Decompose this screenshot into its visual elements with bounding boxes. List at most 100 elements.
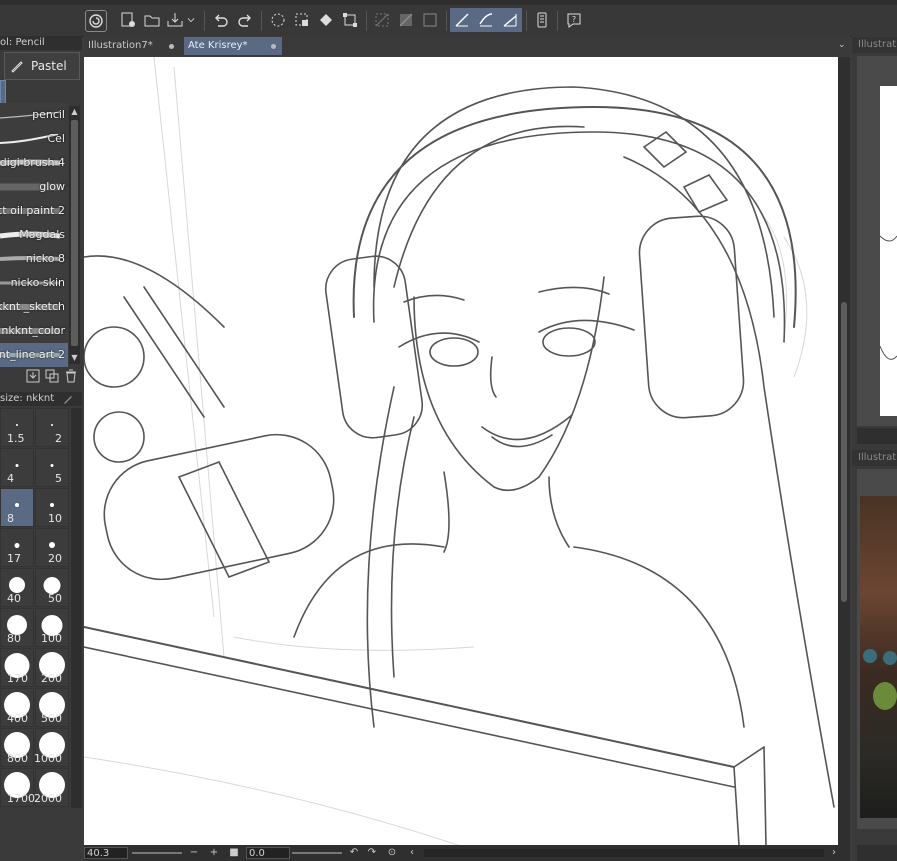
brush-size-4[interactable]: 4: [0, 448, 34, 487]
navigator-preview[interactable]: [879, 86, 897, 416]
brush-item-nicko-skin[interactable]: nicko skin: [0, 271, 68, 296]
brush-item-magdas[interactable]: Magda's: [0, 223, 68, 248]
brush-item-digi-brush-4[interactable]: digi brush 4: [0, 151, 68, 176]
brush-list-scrollbar[interactable]: ▲ ▼: [69, 106, 80, 364]
brush-item-nkknt-color[interactable]: nkknt_color: [0, 319, 68, 344]
brush-item-pencil[interactable]: pencil: [0, 103, 68, 128]
close-icon[interactable]: [271, 44, 276, 49]
zoom-out-icon[interactable]: −: [188, 846, 200, 860]
brush-size-1700[interactable]: 1700: [0, 768, 35, 807]
border-icon[interactable]: [418, 8, 442, 32]
brush-size-value: 1700: [7, 792, 35, 805]
rotate-right-icon[interactable]: ↷: [366, 846, 378, 860]
brush-tip-icon: [49, 542, 55, 548]
navigator-zoom-bar[interactable]: [857, 428, 897, 444]
rotate-left-icon[interactable]: ↶: [348, 846, 360, 860]
brush-item-nicko-8[interactable]: nicko 8: [0, 247, 68, 272]
tool-panel-title: ol: Pencil: [0, 36, 82, 50]
fit-icon[interactable]: ■: [228, 846, 240, 860]
chevron-left-icon[interactable]: ‹: [406, 846, 418, 860]
chevron-right-icon[interactable]: ›: [828, 846, 840, 860]
brush-size-20[interactable]: 20: [35, 528, 69, 567]
rotation-slider[interactable]: [292, 852, 342, 854]
scroll-thumb[interactable]: [71, 120, 78, 346]
svg-text:?: ?: [572, 15, 576, 24]
reset-rotation-icon[interactable]: ⊙: [386, 846, 398, 860]
undo-icon[interactable]: [209, 8, 233, 32]
brush-item-oil-paint[interactable]: fect oil paint 2: [0, 199, 68, 224]
brush-size-10[interactable]: 10: [35, 488, 69, 527]
loading-spinner-icon[interactable]: [266, 8, 290, 32]
brush-size-500[interactable]: 500: [35, 688, 69, 727]
brush-size-2000[interactable]: 2000: [34, 768, 69, 807]
reference-image[interactable]: [860, 496, 897, 818]
open-file-icon[interactable]: [140, 8, 164, 32]
dropdown-icon[interactable]: [184, 8, 198, 32]
brush-size-100[interactable]: 100: [35, 608, 69, 647]
brush-size-170[interactable]: 170: [0, 648, 34, 687]
reference-toolbar[interactable]: [857, 845, 897, 861]
brush-list: pencil Cel digi brush 4 glow fect oil pa…: [0, 103, 68, 368]
command-bar: ?: [0, 5, 897, 37]
invert-selection-icon[interactable]: [394, 8, 418, 32]
brush-size-80[interactable]: 80: [0, 608, 34, 647]
brush-size-50[interactable]: 50: [35, 568, 69, 607]
subtool-group-pastel[interactable]: Pastel: [4, 52, 80, 80]
brush-name: pencil: [32, 108, 65, 121]
brush-size-200[interactable]: 200: [35, 648, 69, 687]
canvas-vertical-scrollbar[interactable]: [838, 57, 850, 845]
brush-item-glow[interactable]: glow: [0, 175, 68, 200]
tab-illustration7[interactable]: Illustration7*: [84, 37, 180, 55]
brush-size-400[interactable]: 400: [0, 688, 34, 727]
brush-size-5[interactable]: 5: [35, 448, 69, 487]
brush-size-1000[interactable]: 1000: [34, 728, 69, 767]
scroll-down-icon[interactable]: ▼: [69, 352, 80, 364]
clip-studio-icon[interactable]: [85, 10, 107, 32]
clear-selection-icon[interactable]: [290, 8, 314, 32]
redo-icon[interactable]: [233, 8, 257, 32]
help-icon[interactable]: ?: [562, 8, 586, 32]
close-icon[interactable]: [169, 44, 174, 49]
brush-name: fect oil paint 2: [0, 204, 65, 217]
scroll-thumb[interactable]: [841, 302, 847, 602]
brush-size-value: 200: [41, 672, 62, 685]
scroll-up-icon[interactable]: ▲: [69, 106, 80, 118]
snap-ruler-icon[interactable]: [450, 8, 474, 32]
brush-size-17[interactable]: 17: [0, 528, 34, 567]
transform-icon[interactable]: [338, 8, 362, 32]
brush-tip-icon: [14, 542, 20, 548]
import-icon[interactable]: [26, 369, 40, 383]
duplicate-icon[interactable]: [45, 369, 59, 383]
sketch-artwork: [84, 57, 835, 845]
drawing-canvas[interactable]: [84, 57, 838, 845]
brush-size-8[interactable]: 8: [0, 488, 34, 527]
fill-icon[interactable]: [314, 8, 338, 32]
brush-size-40[interactable]: 40: [0, 568, 34, 607]
brush-size-1-5[interactable]: 1.5: [0, 408, 34, 447]
zoom-in-icon[interactable]: +: [208, 846, 220, 860]
zoom-field[interactable]: 40.3: [84, 847, 128, 859]
brush-size-800[interactable]: 800: [0, 728, 34, 767]
rotation-field[interactable]: 0.0: [246, 847, 290, 859]
brush-size-2[interactable]: 2: [35, 408, 69, 447]
subtool-indicator[interactable]: [0, 80, 6, 104]
snap-special-ruler-icon[interactable]: [474, 8, 498, 32]
tab-ate-krisrey[interactable]: Ate Krisrey*: [184, 37, 282, 55]
hide-selection-icon[interactable]: [370, 8, 394, 32]
brush-item-cel[interactable]: Cel: [0, 127, 68, 152]
snap-grid-icon[interactable]: [498, 8, 522, 32]
brush-size-value: 500: [41, 712, 62, 725]
zoom-slider[interactable]: [132, 852, 182, 854]
companion-mode-icon[interactable]: [530, 8, 554, 32]
canvas-horizontal-scrollbar[interactable]: [424, 849, 824, 857]
tab-label: Illustration7*: [88, 40, 153, 51]
trash-icon[interactable]: [64, 369, 78, 383]
chevron-down-icon[interactable]: ⌄: [838, 40, 848, 50]
brush-size-scrollbar[interactable]: [71, 408, 82, 808]
brush-size-value: 400: [7, 712, 28, 725]
brush-item-nkknt-line-art-2[interactable]: kknt_line art 2: [0, 343, 68, 368]
brush-item-nkknt-sketch[interactable]: nkknt _sketch: [0, 295, 68, 320]
tab-label: Ate Krisrey*: [188, 40, 248, 51]
brush-size-value: 1000: [34, 752, 62, 765]
new-file-icon[interactable]: [116, 8, 140, 32]
